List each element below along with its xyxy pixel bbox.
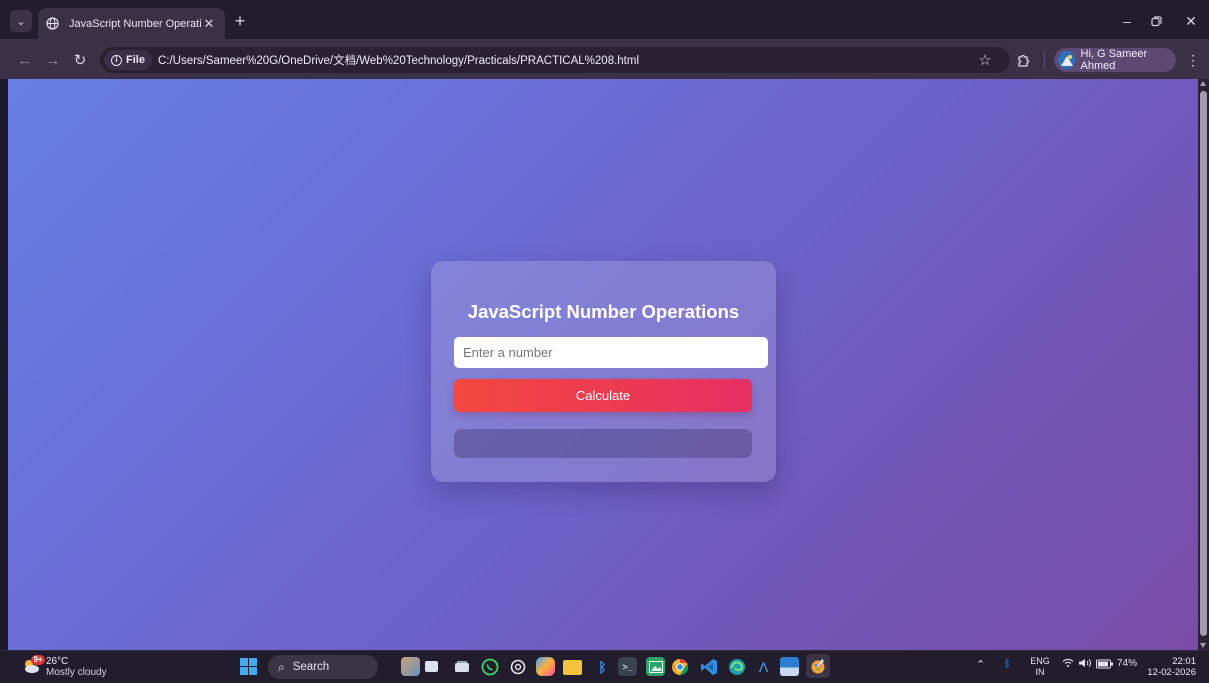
close-window-icon[interactable]: ✕ bbox=[1182, 12, 1200, 30]
search-label: Search bbox=[292, 661, 330, 673]
battery-indicator[interactable]: 74% bbox=[1096, 658, 1137, 669]
vscode-icon[interactable] bbox=[699, 657, 718, 676]
battery-icon bbox=[1096, 659, 1113, 668]
profile-avatar bbox=[1058, 51, 1075, 69]
clock-date: 12-02-2026 bbox=[1147, 667, 1196, 678]
page-viewport: JavaScript Number Operations Calculate bbox=[8, 79, 1198, 650]
show-hidden-icons-chevron-icon[interactable]: ⌃ bbox=[976, 658, 985, 671]
bluetooth-icon[interactable]: ᛒ bbox=[593, 657, 612, 676]
result-output bbox=[454, 429, 752, 458]
chrome-icon[interactable] bbox=[670, 657, 689, 676]
language-indicator[interactable]: ENG IN bbox=[1029, 656, 1051, 678]
file-label: File bbox=[126, 54, 145, 66]
reload-icon[interactable]: ↻ bbox=[70, 50, 90, 70]
weather-widget[interactable]: 9+ 26°C Mostly cloudy bbox=[22, 654, 122, 680]
volume-icon[interactable] bbox=[1078, 658, 1092, 668]
language-line-1: ENG bbox=[1030, 656, 1050, 666]
taskview-icon[interactable] bbox=[425, 661, 438, 672]
profile-button[interactable]: Hi, G Sameer Ahmed bbox=[1054, 48, 1176, 72]
site-info-chip[interactable]: i File bbox=[104, 50, 152, 70]
bookmark-star-icon[interactable]: ☆ bbox=[975, 50, 995, 70]
chatgpt-icon[interactable] bbox=[508, 657, 527, 676]
language-line-2: IN bbox=[1035, 667, 1045, 677]
address-bar[interactable]: i File C:/Users/Sameer%20G/OneDrive/文档/W… bbox=[100, 47, 1010, 73]
tab-title: JavaScript Number Operations bbox=[69, 17, 201, 30]
number-input[interactable] bbox=[454, 337, 768, 368]
tab-search-menu-button[interactable]: ⌄ bbox=[10, 10, 32, 32]
clock-time: 22:01 bbox=[1172, 656, 1196, 667]
a-icon[interactable]: Λ bbox=[754, 657, 773, 676]
page-heading: JavaScript Number Operations bbox=[467, 301, 740, 322]
tab-close-icon[interactable]: ✕ bbox=[201, 16, 217, 32]
search-icon: ⌕ bbox=[278, 659, 285, 674]
scroll-up-arrow-icon[interactable] bbox=[1200, 81, 1206, 86]
windows-start-icon[interactable] bbox=[240, 658, 257, 675]
copilot-icon[interactable] bbox=[536, 657, 555, 676]
paint-icon[interactable] bbox=[806, 654, 830, 678]
weather-condition: Mostly cloudy bbox=[46, 667, 107, 678]
scrollbar-thumb[interactable] bbox=[1200, 91, 1207, 636]
wifi-icon[interactable] bbox=[1062, 658, 1074, 668]
widgets-icon[interactable] bbox=[401, 657, 420, 676]
bluetooth-tray-icon[interactable]: ᛒ bbox=[1004, 658, 1011, 670]
photos-icon[interactable] bbox=[646, 657, 665, 676]
clock[interactable]: 22:01 12-02-2026 bbox=[1146, 656, 1196, 678]
info-icon: i bbox=[111, 54, 122, 66]
whatsapp-icon[interactable] bbox=[480, 657, 499, 676]
word-icon[interactable] bbox=[780, 657, 799, 676]
calculate-button[interactable]: Calculate bbox=[454, 379, 752, 412]
temperature: 26°C bbox=[46, 656, 69, 667]
tab-active[interactable]: JavaScript Number Operations ✕ bbox=[38, 8, 225, 39]
taskbar-search[interactable]: ⌕ Search bbox=[268, 655, 378, 679]
toolbar-divider bbox=[1044, 51, 1045, 69]
new-tab-button[interactable]: + bbox=[231, 12, 249, 31]
terminal-icon[interactable]: >_ bbox=[618, 657, 637, 676]
more-menu-icon[interactable]: ⋮ bbox=[1186, 50, 1200, 70]
restore-icon[interactable] bbox=[1147, 12, 1165, 30]
edge-icon[interactable] bbox=[727, 657, 746, 676]
minimize-icon[interactable]: – bbox=[1118, 12, 1136, 30]
profile-label: Hi, G Sameer Ahmed bbox=[1080, 48, 1148, 72]
taskview-icon[interactable] bbox=[452, 657, 471, 676]
forward-arrow-icon[interactable]: → bbox=[43, 50, 63, 70]
extensions-puzzle-icon[interactable] bbox=[1013, 50, 1033, 70]
number-operations-card: JavaScript Number Operations Calculate bbox=[431, 261, 776, 482]
globe-icon bbox=[46, 17, 60, 31]
file-explorer-icon[interactable] bbox=[563, 660, 582, 675]
back-arrow-icon[interactable]: ← bbox=[15, 50, 35, 70]
scroll-down-arrow-icon[interactable] bbox=[1200, 643, 1206, 648]
url-text[interactable]: C:/Users/Sameer%20G/OneDrive/文档/Web%20Te… bbox=[158, 52, 639, 68]
page-scrollbar[interactable] bbox=[1198, 79, 1209, 650]
notification-badge: 9+ bbox=[31, 655, 45, 665]
battery-percent: 74% bbox=[1117, 658, 1138, 669]
